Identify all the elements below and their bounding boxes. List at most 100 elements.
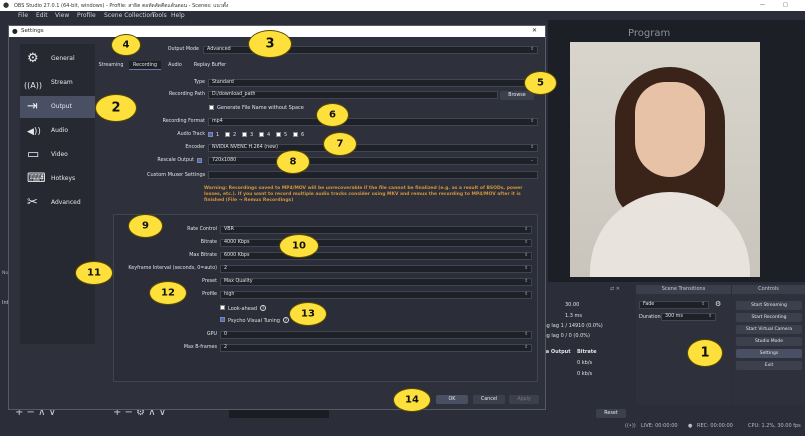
- encoder-select[interactable]: NVIDIA NVENC H.264 (new) ⇕: [208, 144, 538, 152]
- recording-path-label: Recording Path: [168, 92, 205, 97]
- type-value: Standard: [212, 80, 234, 85]
- maximize-button[interactable]: □: [783, 2, 788, 8]
- help-icon[interactable]: ?: [282, 317, 289, 323]
- ok-button[interactable]: OK: [436, 395, 468, 404]
- menu-profile[interactable]: Profile: [77, 12, 96, 19]
- tab-audio[interactable]: Audio: [163, 61, 187, 70]
- callout-number: 1: [700, 345, 710, 361]
- duration-input[interactable]: 300 ms ⇕: [661, 313, 716, 321]
- nav-label: Audio: [51, 127, 69, 134]
- rate-control-select[interactable]: VBR ⇕: [220, 226, 532, 234]
- menu-file[interactable]: File: [18, 12, 28, 19]
- tab-replay-buffer[interactable]: Replay Buffer: [190, 61, 230, 70]
- menu-scene-collection[interactable]: Scene Collection: [104, 12, 154, 19]
- callout-2: 2: [95, 94, 137, 122]
- audio-track-5-checkbox[interactable]: [276, 132, 281, 137]
- cancel-button[interactable]: Cancel: [473, 395, 505, 404]
- menu-edit[interactable]: Edit: [36, 12, 48, 19]
- rescale-output-checkbox[interactable]: [197, 158, 202, 163]
- spin-icon: ⇕: [524, 292, 528, 297]
- nav-item-stream[interactable]: ((A)) Stream: [20, 72, 95, 94]
- spin-icon: ⇕: [524, 240, 528, 245]
- nav-item-output[interactable]: ⇥ Output: [20, 96, 95, 118]
- gpu-label: GPU: [206, 332, 217, 337]
- start-streaming-button[interactable]: Start Streaming: [736, 301, 802, 310]
- gpu-input[interactable]: 0 ⇕: [220, 331, 532, 339]
- max-bitrate-value: 6000 Kbps: [224, 253, 250, 258]
- callout-3: 3: [248, 30, 292, 58]
- custom-muxer-input[interactable]: [208, 171, 538, 179]
- browse-button[interactable]: Browse: [500, 91, 534, 100]
- recording-path-input[interactable]: D:/download_path: [208, 91, 498, 99]
- callout-12: 12: [149, 281, 187, 305]
- callout-9: 9: [128, 214, 163, 238]
- rescale-output-value: 720x1080: [212, 158, 237, 163]
- callout-14: 14: [393, 388, 431, 412]
- close-icon[interactable]: ✕: [532, 27, 537, 34]
- preset-value: Max Quality: [224, 279, 253, 284]
- settings-button[interactable]: Settings: [736, 349, 802, 358]
- tab-streaming[interactable]: Streaming: [95, 61, 127, 70]
- studio-mode-button[interactable]: Studio Mode: [736, 337, 802, 346]
- spin-icon: ⇕: [530, 119, 534, 124]
- audio-track-4-checkbox[interactable]: [259, 132, 264, 137]
- menu-help[interactable]: Help: [171, 12, 185, 19]
- callout-number: 5: [537, 77, 544, 89]
- fps-value: 30.00: [565, 302, 580, 308]
- bitrate-input[interactable]: 4000 Kbps ⇕: [220, 239, 532, 247]
- gear-icon[interactable]: ⚙: [715, 300, 721, 308]
- type-select[interactable]: Standard⇕: [208, 79, 538, 87]
- generate-filename-checkbox[interactable]: [209, 105, 214, 110]
- max-bitrate-input[interactable]: 6000 Kbps ⇕: [220, 252, 532, 260]
- transition-select[interactable]: Fade ⇕: [639, 301, 709, 309]
- dock-icons[interactable]: ⇄ ✕: [610, 286, 620, 292]
- callout-number: 14: [405, 394, 419, 406]
- audio-track-2-label: 2: [233, 132, 237, 138]
- live-time: LIVE: 00:00:00: [641, 423, 678, 429]
- tab-recording[interactable]: Recording: [129, 61, 161, 70]
- keyframe-interval-label: Keyframe Interval (seconds, 0=auto): [128, 266, 217, 271]
- nav-item-audio[interactable]: ◀)) Audio: [20, 120, 95, 142]
- nav-item-video[interactable]: ▭ Video: [20, 144, 95, 166]
- generate-filename-label: Generate File Name without Space: [217, 105, 304, 111]
- audio-track-3-checkbox[interactable]: [242, 132, 247, 137]
- nav-item-general[interactable]: ⚙ General: [20, 48, 95, 70]
- recording-format-label: Recording Format: [162, 119, 205, 124]
- spin-icon: ⇕: [524, 253, 528, 258]
- apply-button[interactable]: Apply: [509, 395, 539, 404]
- exit-button[interactable]: Exit: [736, 361, 802, 370]
- callout-7: 7: [323, 132, 357, 156]
- spin-icon: ⇕: [524, 227, 528, 232]
- spin-icon: ⇕: [530, 145, 534, 150]
- recording-path-value: D:/download_path: [212, 92, 256, 97]
- nav-item-advanced[interactable]: ✂ Advanced: [20, 192, 95, 214]
- keyframe-interval-input[interactable]: 2 ⇕: [220, 265, 532, 273]
- minimize-button[interactable]: —: [760, 2, 765, 8]
- mp4-warning: Warning: Recordings saved to MP4/MOV wil…: [204, 186, 523, 203]
- recording-format-value: mp4: [212, 119, 223, 124]
- audio-track-1-checkbox[interactable]: [208, 132, 213, 137]
- preview-face: [635, 82, 705, 177]
- look-ahead-checkbox[interactable]: [220, 305, 225, 310]
- callout-10: 10: [279, 234, 319, 258]
- audio-track-2-checkbox[interactable]: [225, 132, 230, 137]
- audio-track-6-checkbox[interactable]: [293, 132, 298, 137]
- psycho-visual-checkbox[interactable]: [220, 317, 225, 322]
- reset-stats-button[interactable]: Reset: [596, 409, 626, 418]
- callout-13: 13: [289, 302, 327, 326]
- profile-select[interactable]: high ⇕: [220, 291, 532, 299]
- callout-number: 13: [301, 308, 315, 320]
- output-mode-label: Output Mode: [167, 47, 199, 52]
- recording-format-select[interactable]: mp4 ⇕: [208, 118, 538, 126]
- rescale-output-select[interactable]: 720x1080 ⌄: [208, 157, 538, 165]
- menu-view[interactable]: View: [55, 12, 69, 19]
- max-bframes-input[interactable]: 2 ⇕: [220, 344, 532, 352]
- help-icon[interactable]: ?: [260, 305, 267, 311]
- preset-select[interactable]: Max Quality ⇕: [220, 278, 532, 286]
- encoding-lag: ring lag 0 / 0 (0.0%): [540, 333, 591, 339]
- start-recording-button[interactable]: Start Recording: [736, 313, 802, 322]
- duration-value: 300 ms: [665, 314, 683, 319]
- start-virtual-camera-button[interactable]: Start Virtual Camera: [736, 325, 802, 334]
- menu-tools[interactable]: Tools: [152, 12, 167, 19]
- nav-item-hotkeys[interactable]: ⌨ Hotkeys: [20, 168, 95, 190]
